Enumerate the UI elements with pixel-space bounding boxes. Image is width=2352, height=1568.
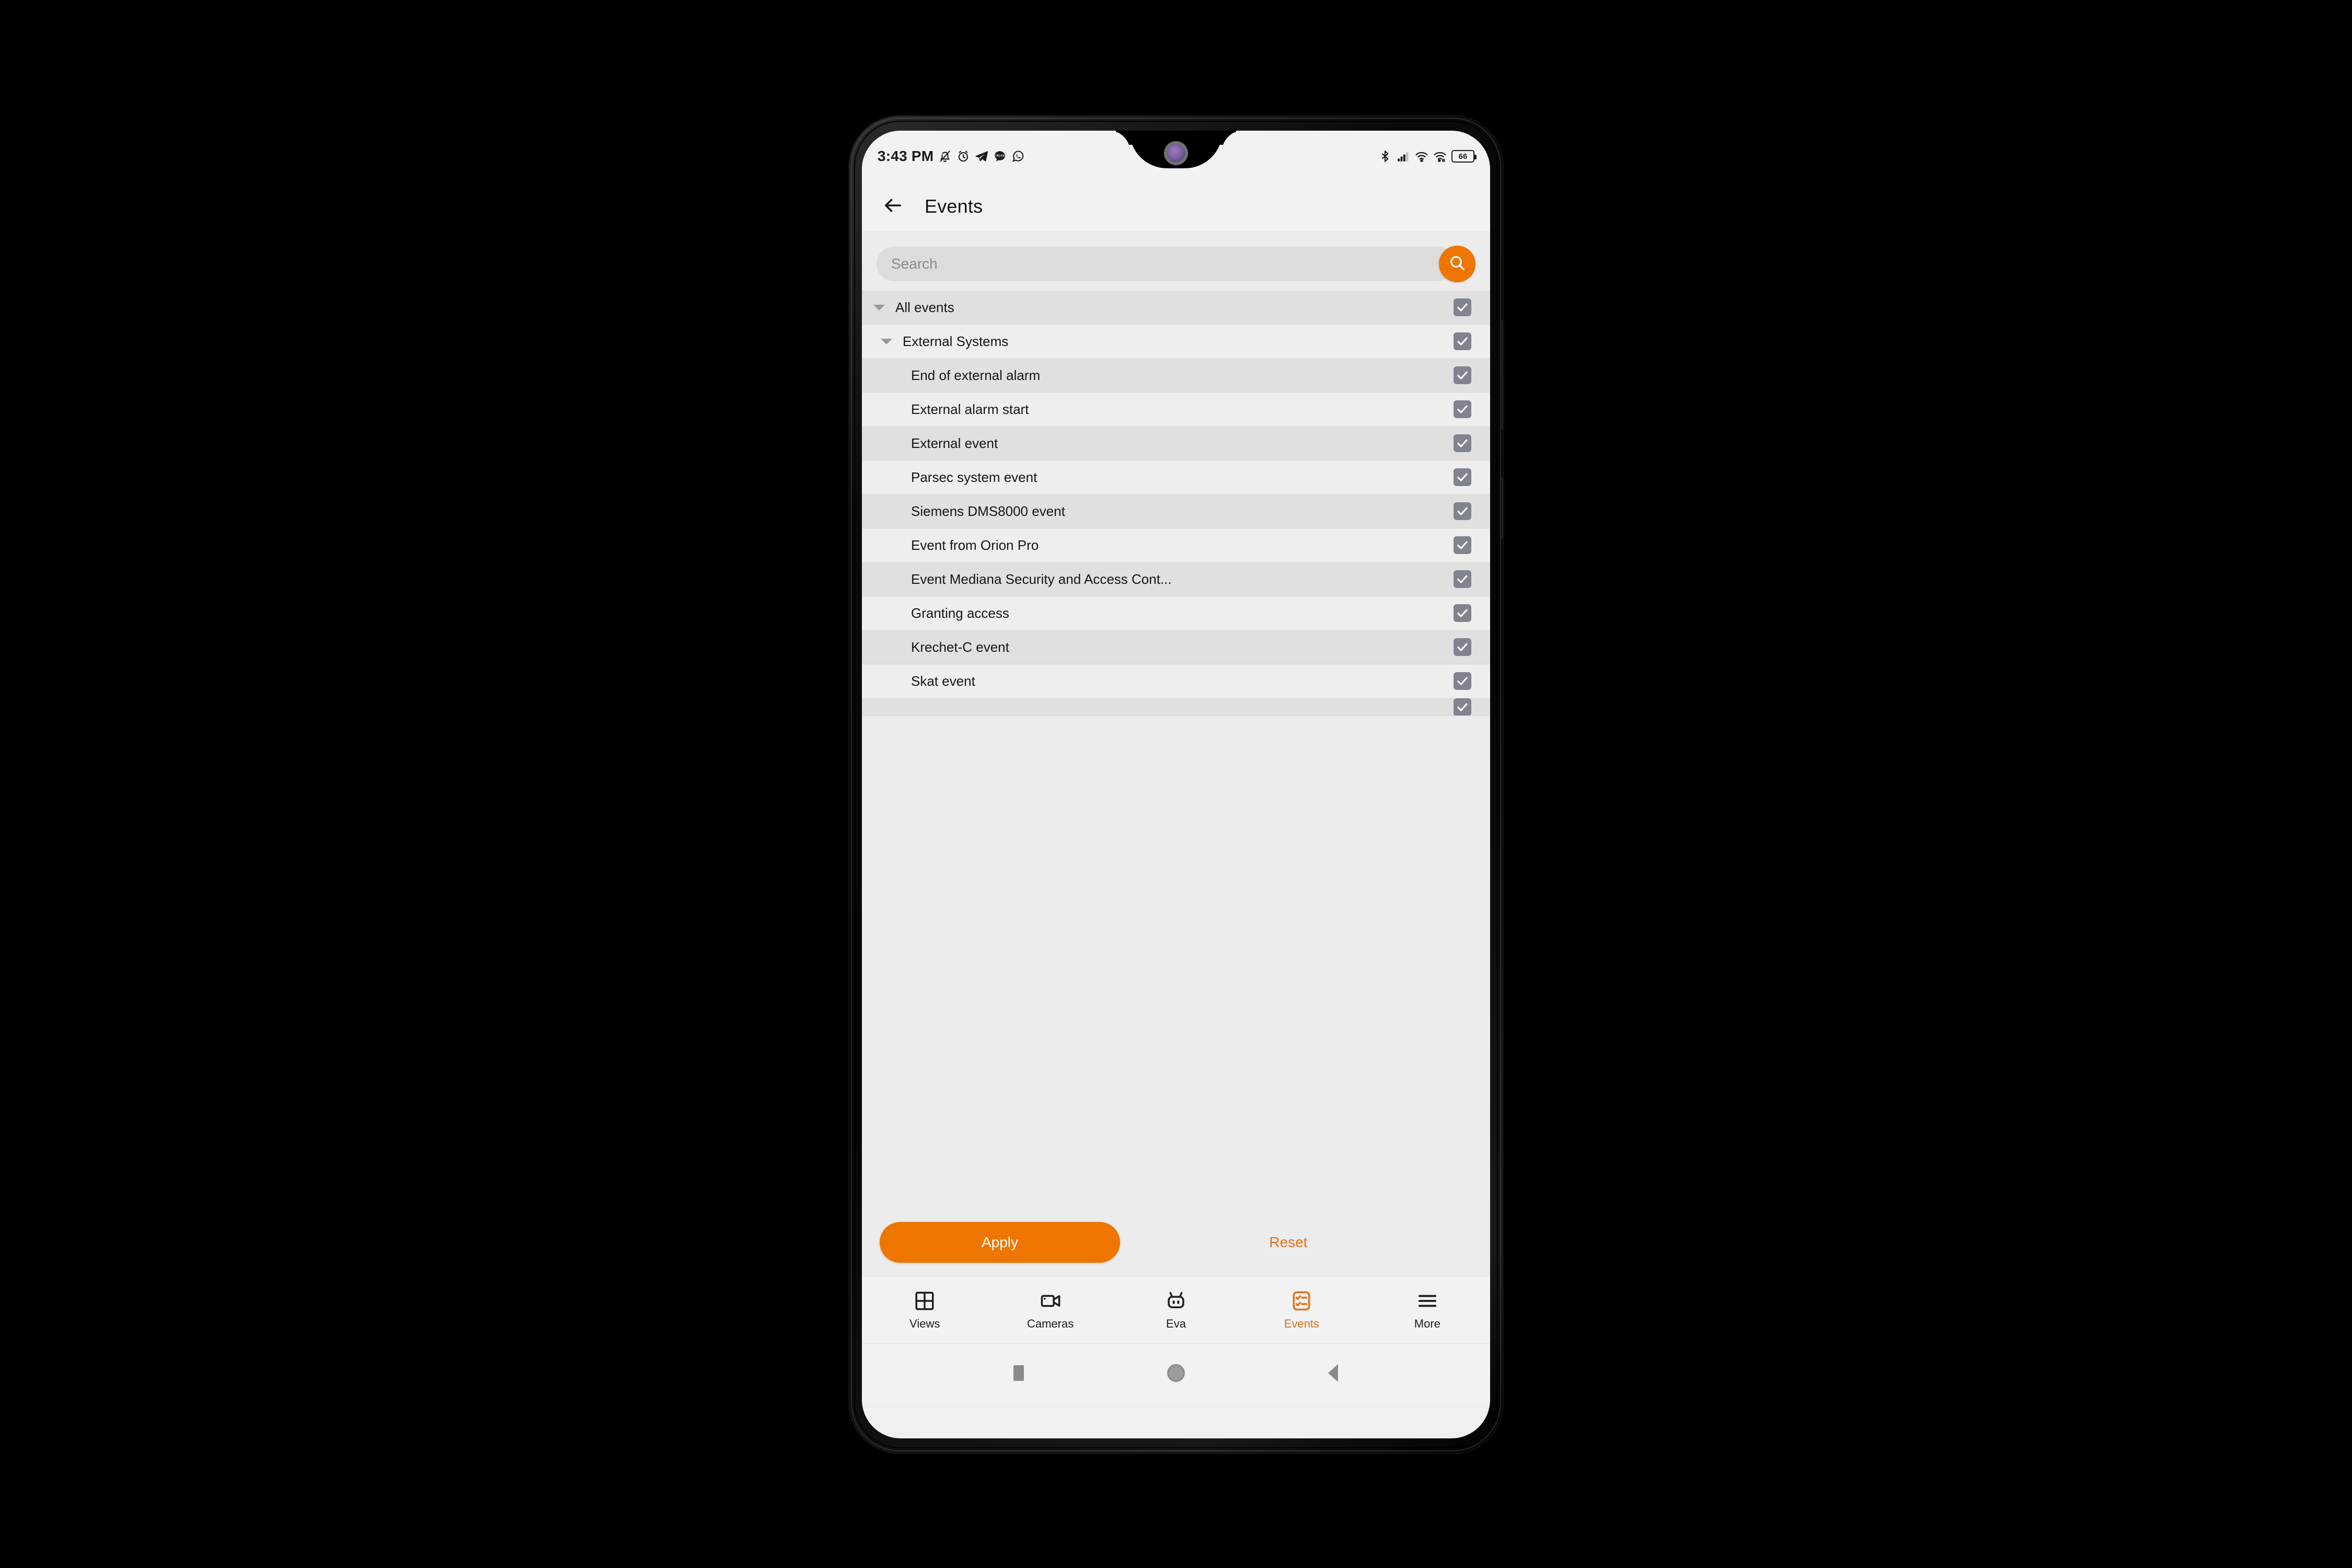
back-button[interactable] [880,193,907,220]
robot-icon [1165,1289,1187,1312]
power-button[interactable] [1502,477,1505,539]
search-input[interactable]: Search [877,247,1455,281]
front-camera-icon [1167,144,1185,162]
event-row-label: Event Mediana Security and Access Cont..… [911,571,1172,587]
bluetooth-icon [1378,149,1392,163]
event-row-checkbox[interactable] [1454,638,1471,656]
event-row-label: Parsec system event [911,469,1037,485]
event-row-label: All events [895,299,954,315]
display-notch [1129,131,1223,168]
wifi-secondary-icon [1433,149,1447,163]
event-row[interactable]: Parsec system event [862,460,1490,494]
nav-item-label: Views [909,1317,940,1330]
event-row-checkbox[interactable] [1454,366,1471,384]
event-filter-panel: Search All events External Systems End of … [862,231,1490,1208]
svg-text:TALKS: TALKS [995,155,1005,158]
event-row-label: External event [911,435,998,451]
home-circle-icon[interactable] [1158,1355,1194,1391]
battery-icon: 66 [1451,150,1477,163]
event-row[interactable]: Event Mediana Security and Access Cont..… [862,562,1490,596]
event-row-checkbox[interactable] [1454,698,1471,716]
screenshot-stage: 3:43 PM TALKS 66 Events Search All event… [0,0,2352,1568]
chevron-down-icon[interactable] [870,298,888,316]
event-row-label: Skat event [911,673,975,689]
event-row-checkbox[interactable] [1454,604,1471,622]
event-row[interactable]: External Systems [862,325,1490,359]
mute-bell-icon [938,149,952,163]
event-row-checkbox[interactable] [1454,536,1471,554]
event-list[interactable]: All events External Systems End of externa… [862,291,1490,1208]
event-row-label: End of external alarm [911,367,1041,383]
page-title: Events [925,195,983,217]
event-row-label: Siemens DMS8000 event [911,503,1065,519]
grid-icon [913,1289,936,1312]
recents-square-icon[interactable] [1000,1355,1037,1391]
event-row-label: External Systems [903,333,1009,349]
alarm-clock-icon [956,149,970,163]
event-row[interactable]: Skat event [862,664,1490,698]
nav-item-events[interactable]: Events [1239,1289,1364,1331]
checklist-icon [1290,1289,1313,1312]
nav-item-cameras[interactable]: Cameras [987,1289,1113,1331]
status-bar: 3:43 PM TALKS 66 [862,131,1490,182]
event-row-checkbox[interactable] [1454,434,1471,452]
event-row-checkbox[interactable] [1454,672,1471,690]
bottom-navigation: Views Cameras Eva Events More [862,1276,1490,1343]
event-row[interactable]: Krechet-C event [862,630,1490,664]
back-arrow-icon [883,195,904,218]
search-button[interactable] [1439,246,1475,282]
event-row-checkbox[interactable] [1454,502,1471,520]
event-row[interactable]: Granting access [862,596,1490,630]
event-row[interactable] [862,698,1490,716]
event-row-label: Granting access [911,605,1009,621]
telegram-icon [975,149,988,163]
nav-item-more[interactable]: More [1365,1289,1490,1331]
event-row-checkbox[interactable] [1454,332,1471,350]
apply-button[interactable]: Apply [880,1222,1120,1263]
nav-item-label: Events [1284,1317,1320,1330]
signal-bars-icon [1397,149,1410,163]
search-bar: Search [877,246,1475,282]
event-row-checkbox[interactable] [1454,400,1471,418]
filter-action-bar: Apply Reset [862,1208,1490,1276]
phone-screen: 3:43 PM TALKS 66 Events Search All event… [862,131,1490,1438]
search-icon [1448,254,1466,274]
event-row[interactable]: End of external alarm [862,359,1490,393]
talks-icon: TALKS [993,149,1007,163]
nav-item-label: Cameras [1027,1317,1074,1330]
status-bar-right-group: 66 [1378,131,1477,182]
nav-item-views[interactable]: Views [862,1289,987,1331]
event-row-checkbox[interactable] [1454,468,1471,486]
chevron-down-icon[interactable] [878,332,895,350]
app-bar: Events [862,182,1490,231]
event-row-checkbox[interactable] [1454,298,1471,316]
event-row-label: Krechet-C event [911,639,1009,655]
wifi-icon [1415,149,1428,163]
event-row-checkbox[interactable] [1454,570,1471,588]
event-row[interactable]: All events [862,291,1490,325]
nav-item-label: Eva [1166,1317,1186,1330]
android-system-nav [862,1343,1490,1402]
status-bar-clock: 3:43 PM [878,148,934,164]
nav-item-label: More [1414,1317,1440,1330]
status-bar-left-group: 3:43 PM TALKS [878,131,1025,182]
event-row[interactable]: External event [862,426,1490,460]
whatsapp-icon [1011,149,1025,163]
reset-button[interactable]: Reset [1120,1234,1472,1251]
hamburger-menu-icon [1416,1289,1439,1312]
event-row[interactable]: Siemens DMS8000 event [862,494,1490,528]
back-triangle-icon[interactable] [1315,1355,1352,1391]
event-row[interactable]: External alarm start [862,393,1490,426]
volume-button[interactable] [1502,320,1505,430]
event-row[interactable]: Event from Orion Pro [862,528,1490,562]
event-row-label: Event from Orion Pro [911,537,1039,553]
search-placeholder: Search [891,256,938,272]
battery-level: 66 [1458,152,1468,161]
nav-item-eva[interactable]: Eva [1113,1289,1239,1331]
video-camera-icon [1039,1289,1062,1312]
event-row-label: External alarm start [911,401,1029,417]
